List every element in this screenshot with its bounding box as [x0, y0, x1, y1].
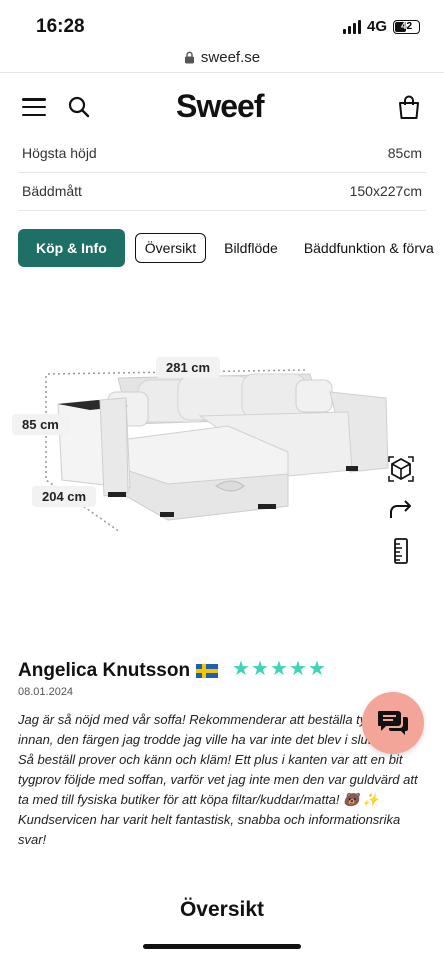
- lock-icon: [184, 51, 194, 63]
- dimension-depth-label: 204 cm: [32, 486, 97, 507]
- star-icon: ★: [289, 658, 307, 680]
- chat-icon: [378, 711, 408, 735]
- search-icon[interactable]: [68, 96, 90, 118]
- chat-button[interactable]: [362, 692, 424, 754]
- star-icon: ★: [232, 658, 250, 680]
- star-icon: ★: [308, 658, 326, 680]
- tab-bed-function[interactable]: Bäddfunktion & förva: [296, 240, 442, 256]
- status-time: 16:28: [36, 16, 85, 37]
- spec-row-height: Högsta höjd 85cm: [18, 134, 426, 172]
- star-icon: ★: [251, 658, 269, 680]
- reviewer-name: Angelica Knutsson: [18, 660, 191, 681]
- battery-level: 42: [400, 21, 413, 32]
- divider: [18, 210, 426, 211]
- dimension-height-label: 85 cm: [12, 414, 69, 435]
- product-tabs: Köp & Info Översikt Bildflöde Bäddfunkti…: [18, 228, 444, 268]
- battery-icon: 42: [393, 19, 420, 34]
- rating-stars: ★ ★ ★ ★ ★: [232, 658, 326, 680]
- ruler-icon[interactable]: [388, 538, 414, 564]
- spec-value: 85cm: [387, 145, 422, 161]
- spec-label: Högsta höjd: [22, 145, 97, 161]
- sofa-image: [45, 369, 389, 533]
- tab-overview[interactable]: Översikt: [134, 233, 207, 263]
- spec-row-bed-size: Bäddmått 150x227cm: [18, 172, 426, 210]
- url-bar[interactable]: sweef.se: [0, 44, 444, 70]
- divider: [0, 72, 444, 73]
- hamburger-menu-icon[interactable]: [22, 98, 46, 116]
- site-header: Sweef: [0, 80, 444, 136]
- home-indicator[interactable]: [143, 944, 301, 949]
- status-bar: 16:28 4G 42: [0, 0, 444, 50]
- spec-label: Bäddmått: [22, 183, 82, 199]
- section-title: Översikt: [179, 898, 265, 921]
- tab-buy-info[interactable]: Köp & Info: [18, 229, 125, 267]
- ar-cube-icon[interactable]: [388, 456, 414, 482]
- review-text: Jag är så nöjd med vår soffa! Rekommende…: [18, 712, 418, 847]
- brand-logo[interactable]: Sweef: [176, 88, 264, 125]
- reviewer: Angelica Knutsson: [18, 660, 219, 682]
- share-icon[interactable]: [388, 497, 414, 523]
- shopping-bag-icon[interactable]: [396, 94, 422, 120]
- status-indicators: 4G 42: [342, 18, 420, 35]
- url-text: sweef.se: [200, 48, 261, 66]
- spec-value: 150x227cm: [349, 183, 422, 199]
- network-type: 4G: [366, 18, 387, 35]
- signal-icon: [342, 19, 361, 34]
- review-date: 08.01.2024: [18, 686, 74, 698]
- sweden-flag-icon: [196, 664, 219, 678]
- tab-image-feed[interactable]: Bildflöde: [216, 240, 286, 256]
- dimension-width-label: 281 cm: [156, 357, 221, 378]
- product-image-viewer[interactable]: 281 cm 85 cm 204 cm: [0, 300, 444, 630]
- star-icon: ★: [270, 658, 288, 680]
